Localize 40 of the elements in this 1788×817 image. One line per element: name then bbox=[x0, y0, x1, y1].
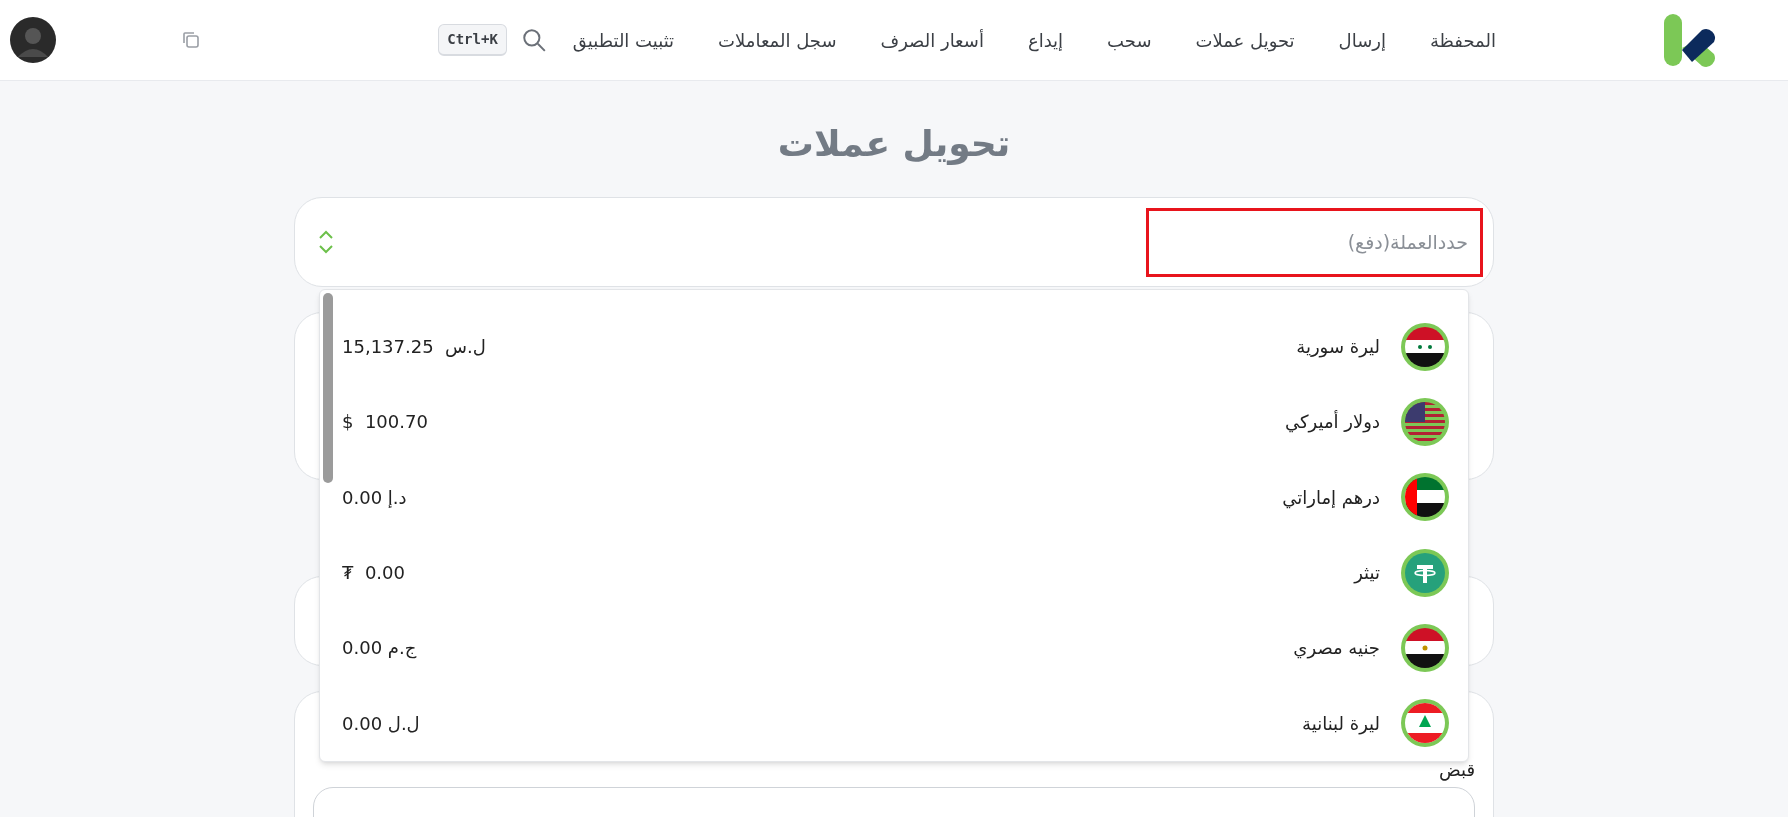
shortcut-key[interactable]: Ctrl+K bbox=[438, 24, 507, 56]
search-icon[interactable] bbox=[520, 27, 547, 53]
nav-link[interactable]: تحويل عملات bbox=[1195, 26, 1295, 54]
nav-link[interactable]: إرسال bbox=[1338, 26, 1386, 54]
page-title: تحويل عملات bbox=[777, 122, 1011, 167]
nav-link[interactable]: سجل المعاملات bbox=[718, 26, 837, 54]
nav-link[interactable]: تثبيت التطبيق bbox=[572, 26, 675, 54]
nav-link[interactable]: سحب bbox=[1107, 26, 1152, 54]
logo-icon bbox=[1662, 12, 1718, 68]
currency-option[interactable]: ليرة لبنانية 0.00 ل.ل bbox=[320, 685, 1468, 761]
currency-option[interactable]: ليرة سورية 15,137.25 ل.س bbox=[320, 309, 1468, 385]
chevron-updown-icon[interactable] bbox=[317, 228, 335, 256]
currency-balance: 0.00 ل.ل bbox=[342, 711, 420, 736]
avatar[interactable] bbox=[10, 17, 56, 63]
currency-name: دولار أميركي bbox=[1285, 409, 1380, 435]
flag-icon bbox=[1400, 321, 1450, 372]
currency-name: ليرة لبنانية bbox=[1302, 711, 1380, 737]
currency-balance: 15,137.25 ل.س bbox=[342, 335, 486, 360]
scrollbar-thumb[interactable] bbox=[323, 293, 333, 483]
currency-option[interactable]: درهم إماراتي 0.00 د.إ bbox=[320, 459, 1468, 535]
flag-icon bbox=[1400, 472, 1450, 523]
currency-balance: 0.00 ج.م bbox=[342, 636, 417, 661]
flag-icon bbox=[1400, 547, 1450, 598]
placeholder: حددالعملة(دفع) bbox=[1347, 229, 1468, 256]
currency-name: ليرة سورية bbox=[1296, 335, 1380, 360]
nav-link[interactable]: أسعار الصرف bbox=[880, 26, 984, 54]
nav-link[interactable]: إيداع bbox=[1027, 26, 1064, 54]
currency-balance: ₮ 0.00 bbox=[342, 561, 405, 586]
currency-name: تيثر bbox=[1354, 561, 1380, 586]
currency-name: جنيه مصري bbox=[1293, 636, 1380, 661]
currency-option[interactable]: جنيه مصري 0.00 ج.م bbox=[320, 610, 1468, 686]
currency-balance: 0.00 د.إ bbox=[342, 485, 407, 510]
currency-name: درهم إماراتي bbox=[1282, 485, 1380, 511]
flag-icon bbox=[1400, 622, 1450, 673]
flag-icon bbox=[1400, 698, 1450, 749]
copy-icon[interactable] bbox=[181, 30, 201, 50]
flag-icon bbox=[1400, 397, 1450, 447]
nav-link[interactable]: المحفظة bbox=[1429, 26, 1496, 54]
currency-balance: $ 100.70 bbox=[342, 410, 428, 435]
field-label: قبض bbox=[1437, 758, 1475, 783]
